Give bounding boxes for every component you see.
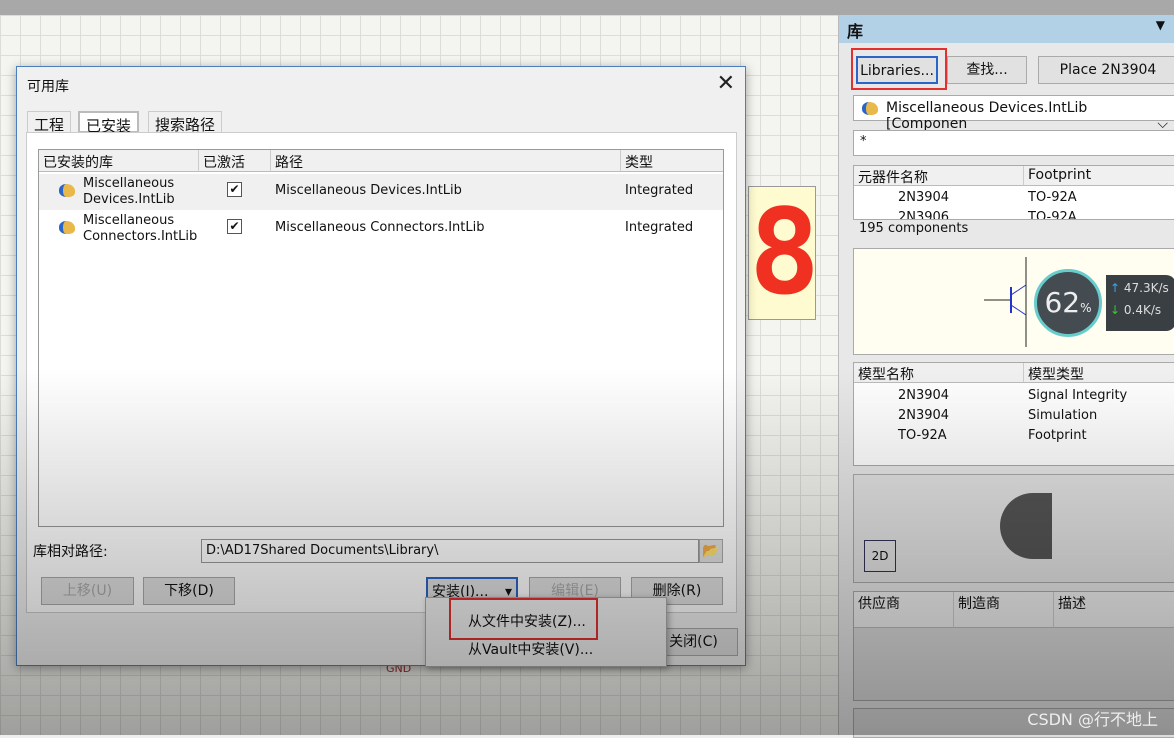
component-footprint: TO-92A [1028, 210, 1077, 220]
library-type: Integrated [625, 183, 694, 198]
model-name[interactable]: 2N3904 [898, 388, 949, 403]
library-name: Miscellaneous Devices.IntLib [83, 176, 175, 207]
model-name[interactable]: 2N3904 [898, 408, 949, 423]
component-name[interactable]: 2N3904 [898, 190, 949, 205]
move-up-button[interactable]: 上移(U) [41, 577, 134, 605]
footprint-preview: 2D [853, 474, 1174, 583]
close-icon[interactable]: ✕ [717, 71, 735, 96]
relative-path-label: 库相对路径: [33, 544, 108, 560]
col-header-description[interactable]: 描述 [1054, 592, 1174, 628]
library-type: Integrated [625, 220, 694, 235]
move-down-button[interactable]: 下移(D) [143, 577, 235, 605]
component-name[interactable]: 2N3906 [898, 210, 949, 219]
model-type: Signal Integrity [1028, 388, 1128, 403]
col-header-path[interactable]: 路径 [271, 150, 621, 172]
panel-header: 库 ▼ [839, 15, 1174, 43]
components-table[interactable]: 元器件名称 Footprint 2N3904 TO-92A 2N3906 TO-… [853, 165, 1174, 220]
component-count: 195 components [859, 221, 969, 236]
libraries-button[interactable]: Libraries... [856, 56, 938, 84]
library-icon [862, 102, 878, 115]
col-header-library[interactable]: 已安装的库 [39, 150, 199, 172]
symbol-preview: 62% ↑ 47.3K/s ↓ 0.4K/s [853, 248, 1174, 355]
library-icon [59, 221, 75, 234]
dialog-title: 可用库 [27, 79, 69, 95]
table-row[interactable]: Miscellaneous Devices.IntLib ✔ Miscellane… [39, 174, 723, 210]
top-bar [0, 0, 1174, 15]
col-header-model-type[interactable]: 模型类型 [1024, 363, 1174, 383]
col-header-manufacturer[interactable]: 制造商 [954, 592, 1054, 628]
library-name: Miscellaneous Connectors.IntLib [83, 213, 198, 244]
search-button[interactable]: 查找... [947, 56, 1027, 84]
view-2d-button[interactable]: 2D [864, 540, 896, 572]
folder-browse-icon[interactable]: 📂 [699, 539, 723, 563]
network-speed: ↑ 47.3K/s ↓ 0.4K/s [1106, 275, 1174, 331]
relative-path-input[interactable]: D:\AD17Shared Documents\Library\ [201, 539, 699, 563]
col-header-activated[interactable]: 已激活 [199, 150, 271, 172]
panel-menu-icon[interactable]: ▼ [1156, 18, 1165, 32]
cpu-gauge: 62% [1034, 269, 1102, 337]
available-libraries-dialog: 可用库 ✕ 工程 已安装 搜索路径 已安装的库 已激活 路径 类型 Miscel… [16, 66, 746, 666]
table-row[interactable]: Miscellaneous Connectors.IntLib ✔ Miscell… [39, 211, 723, 247]
activated-checkbox[interactable]: ✔ [227, 182, 242, 197]
tab-panel: 已安装的库 已激活 路径 类型 Miscellaneous Devices.Int… [26, 132, 737, 613]
filter-input[interactable]: * [853, 130, 1174, 156]
library-path: Miscellaneous Devices.IntLib [275, 183, 462, 198]
col-header-component-name[interactable]: 元器件名称 [854, 166, 1024, 186]
library-select[interactable]: Miscellaneous Devices.IntLib [Componen ⌵ [853, 95, 1174, 132]
supplier-table[interactable]: 供应商 制造商 描述 [853, 591, 1174, 701]
activated-checkbox[interactable]: ✔ [227, 219, 242, 234]
model-name[interactable]: TO-92A [898, 428, 947, 443]
models-table[interactable]: 模型名称 模型类型 2N3904 Signal Integrity 2N3904… [853, 362, 1174, 466]
libraries-panel: 库 ▼ Libraries... 查找... Place 2N3904 Misce… [838, 15, 1174, 738]
model-type: Footprint [1028, 428, 1087, 443]
library-icon [59, 184, 75, 197]
footprint-shape [1000, 493, 1052, 559]
component-footprint: TO-92A [1028, 190, 1077, 205]
place-button[interactable]: Place 2N3904 [1038, 56, 1174, 84]
menu-item-install-from-vault[interactable]: 从Vault中安装(V)... [426, 636, 666, 664]
watermark: CSDN @行不地上 [1027, 710, 1158, 729]
tab-project[interactable]: 工程 [27, 111, 72, 134]
col-header-footprint[interactable]: Footprint [1024, 166, 1174, 186]
model-type: Simulation [1028, 408, 1098, 423]
installed-libraries-list[interactable]: 已安装的库 已激活 路径 类型 Miscellaneous Devices.Int… [38, 149, 724, 527]
col-header-supplier[interactable]: 供应商 [854, 592, 954, 628]
col-header-model-name[interactable]: 模型名称 [854, 363, 1024, 383]
seven-segment-display: 8. [748, 186, 891, 320]
tab-search-path[interactable]: 搜索路径 [148, 111, 223, 134]
library-path: Miscellaneous Connectors.IntLib [275, 220, 485, 235]
tab-installed[interactable]: 已安装 [78, 111, 140, 135]
selected-library: Miscellaneous Devices.IntLib [Componen [886, 100, 1088, 132]
highlight-box [449, 598, 598, 640]
col-header-type[interactable]: 类型 [621, 150, 723, 172]
panel-title: 库 [847, 22, 864, 41]
